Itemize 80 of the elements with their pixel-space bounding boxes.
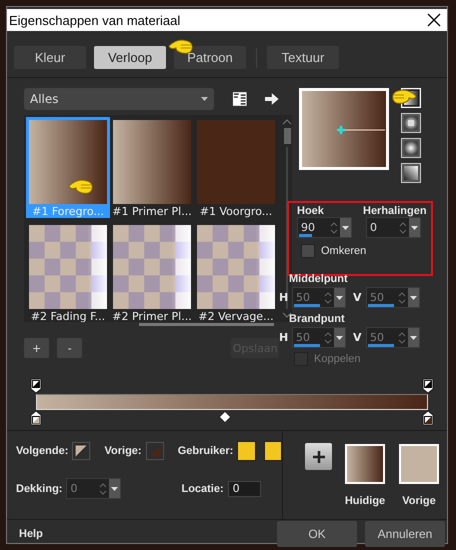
previous-label: Vorige:	[104, 445, 142, 457]
scroll-thumb[interactable]	[139, 323, 274, 326]
scroll-up-icon[interactable]	[282, 119, 292, 125]
swatch-label: Vorige	[402, 495, 436, 507]
spin-arrows-icon[interactable]	[399, 220, 407, 234]
tab[interactable]: Patroon	[174, 46, 246, 69]
color-swatch[interactable]	[237, 441, 256, 461]
gradient-tile[interactable]: #2 Vervage...	[194, 222, 278, 322]
user-label: Gebruiker:	[178, 445, 234, 457]
spin-field[interactable]: 0	[366, 217, 421, 238]
window-title: Eigenschappen van materiaal	[9, 12, 180, 28]
arrow-right-icon[interactable]	[265, 93, 279, 105]
scroll-thumb[interactable]	[284, 128, 290, 144]
caret-icon	[111, 486, 118, 490]
color-swatch[interactable]	[264, 441, 282, 461]
next-label: Volgende:	[16, 445, 68, 457]
button[interactable]: -	[57, 338, 82, 358]
checkbox-label[interactable]: Omkeren	[321, 245, 366, 257]
swatch-label: Huidige	[344, 495, 386, 507]
category-dropdown[interactable]: Alles	[24, 88, 214, 110]
gradient-swatch	[344, 443, 386, 485]
section-label: Brandpunt	[289, 313, 345, 325]
caret-icon	[342, 226, 349, 230]
dropdown-button[interactable]	[409, 218, 420, 237]
spin-arrows-icon[interactable]	[330, 220, 338, 234]
corner-style-icon[interactable]	[401, 163, 421, 183]
color-stop-icon[interactable]	[422, 410, 434, 426]
opacity-label: Dekking:	[16, 482, 62, 494]
dialog-button[interactable]: OK	[277, 521, 357, 547]
button[interactable]: +	[24, 338, 50, 358]
close-icon[interactable]	[427, 13, 441, 27]
gradient-name: #1 Voorgro...	[200, 205, 272, 218]
color-swatch	[398, 443, 440, 485]
dialog-button[interactable]: Annuleren	[365, 521, 445, 547]
opacity-stop-icon[interactable]	[30, 378, 42, 394]
rectangular-style-icon[interactable]	[401, 113, 421, 133]
gradient-name: #1 Foregro...	[32, 205, 104, 218]
caret-icon	[200, 97, 208, 101]
tab[interactable]: Verloop	[94, 46, 166, 69]
tab[interactable]: Kleur	[14, 46, 86, 69]
axis-label: H	[279, 331, 289, 344]
midpoint-marker-icon[interactable]	[220, 412, 230, 422]
gradient-name: #2 Fading F...	[30, 310, 106, 322]
center-handle-icon[interactable]	[337, 126, 387, 134]
caret-icon	[410, 296, 417, 300]
caret-icon	[336, 296, 343, 300]
previous-color-swatch[interactable]	[146, 441, 164, 461]
caret-icon	[410, 336, 417, 340]
location-label: Locatie:	[181, 482, 224, 494]
list-options-icon[interactable]	[232, 91, 248, 107]
help-link[interactable]: Help	[19, 528, 43, 540]
gradient-tile[interactable]: #1 Voorgro...	[194, 117, 278, 218]
dropdown-button[interactable]	[340, 218, 351, 237]
opacity-stop-icon[interactable]	[422, 378, 434, 394]
tab[interactable]: Textuur	[267, 46, 339, 69]
gradient-name: #1 Primer Pl...	[112, 205, 192, 218]
gradient-tile[interactable]: #1 Primer Pl...	[110, 117, 194, 218]
gradient-tile[interactable]: #2 Primer Pl...	[110, 222, 194, 322]
color-stop-icon[interactable]	[30, 410, 42, 426]
section-label: Middelpunt	[289, 273, 348, 285]
plus-icon	[312, 450, 326, 464]
pointing-hand-icon	[167, 37, 193, 55]
gradient-tile[interactable]: #2 Fading F...	[26, 222, 110, 322]
next-color-swatch[interactable]	[72, 441, 90, 461]
gradient-bar[interactable]	[36, 394, 428, 410]
axis-label: V	[353, 331, 363, 344]
pointing-hand-icon	[67, 177, 93, 195]
location-field[interactable]: 0	[228, 480, 261, 496]
spin-field[interactable]: 90	[297, 217, 352, 238]
caret-icon	[411, 226, 418, 230]
angle-label: Hoek	[297, 205, 325, 217]
gradient-name: #2 Primer Pl...	[112, 310, 192, 322]
axis-label: V	[353, 291, 363, 304]
checkbox[interactable]	[301, 244, 315, 258]
pointing-hand-icon	[392, 87, 418, 105]
caret-icon	[336, 336, 343, 340]
axis-label: H	[279, 291, 289, 304]
add-button[interactable]	[305, 443, 332, 470]
gradient-name: #2 Vervage...	[198, 310, 274, 322]
radial-style-icon[interactable]	[401, 138, 421, 158]
